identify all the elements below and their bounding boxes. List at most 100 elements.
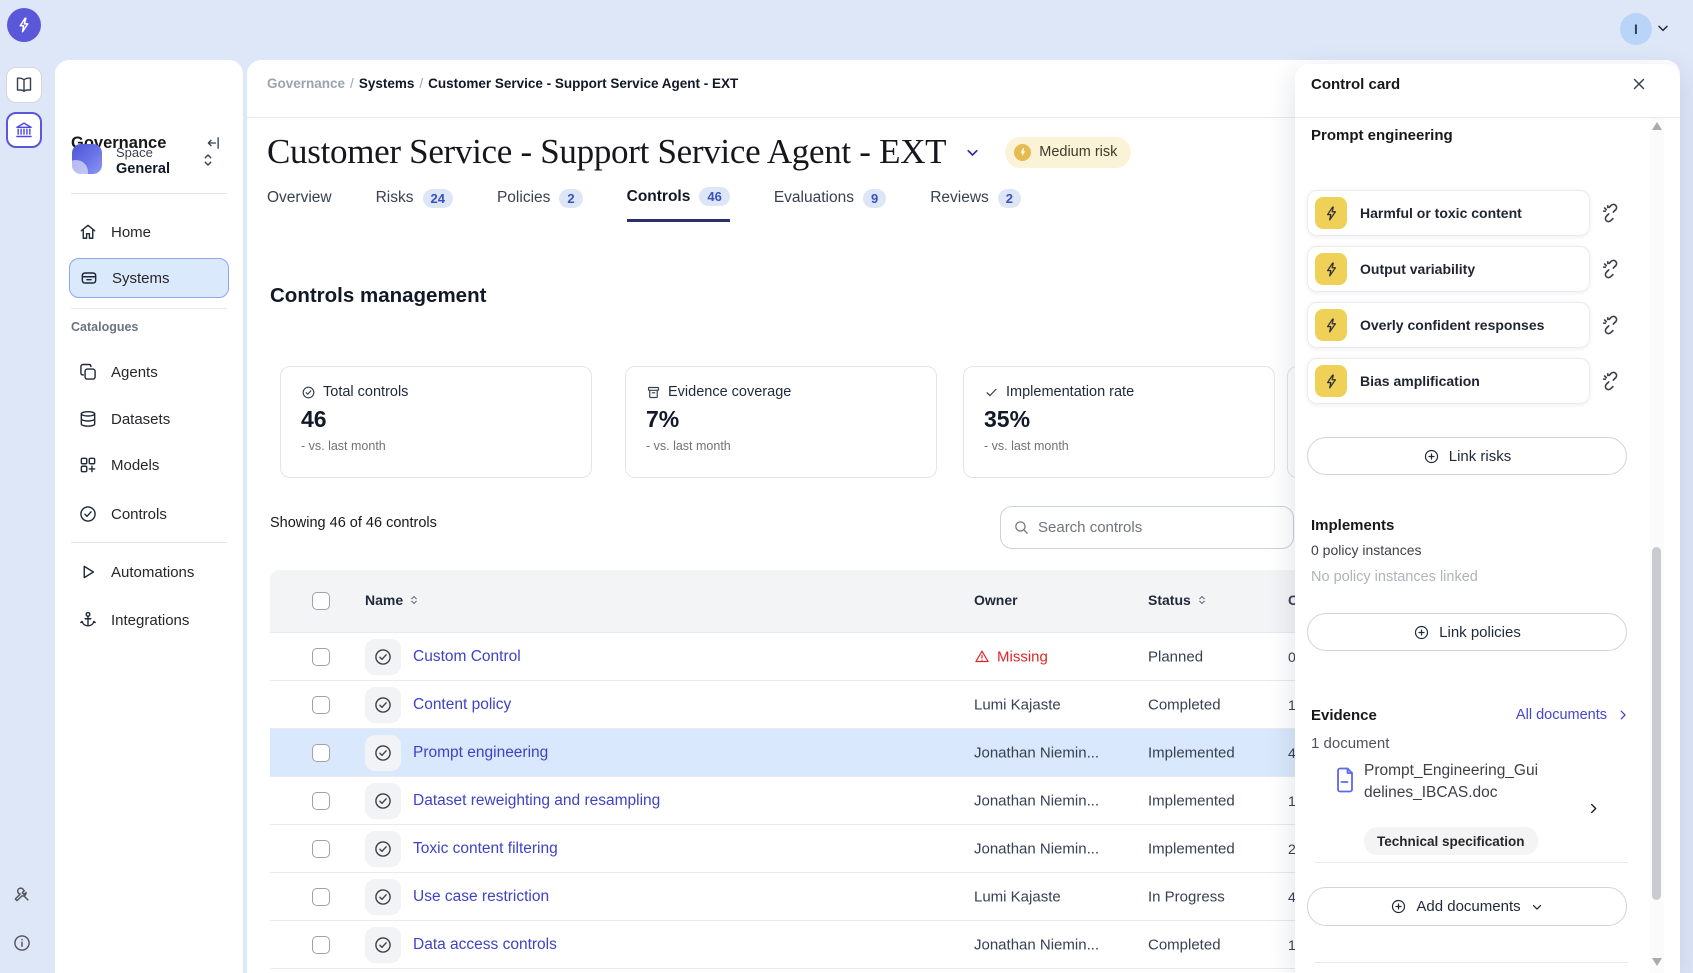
row-checkbox[interactable]: [312, 840, 330, 858]
divider: [1295, 117, 1680, 118]
risk-chip[interactable]: Overly confident responses: [1307, 302, 1590, 348]
datasets-icon: [78, 409, 98, 429]
tab-evaluations[interactable]: Evaluations9: [774, 187, 886, 222]
stat-label: Implementation rate: [1006, 384, 1134, 400]
status-cell: Implemented: [1148, 840, 1235, 857]
tab-policies[interactable]: Policies2: [497, 187, 583, 222]
account-menu-chevron-icon[interactable]: [1655, 20, 1671, 36]
control-name-link[interactable]: Prompt engineering: [413, 744, 548, 762]
control-name-link[interactable]: Data access controls: [413, 936, 557, 954]
control-card-panel: Control card Prompt engineering Harmful …: [1295, 64, 1680, 973]
column-header-status[interactable]: Status: [1148, 592, 1208, 608]
scroll-down-icon[interactable]: [1652, 958, 1662, 966]
row-checkbox[interactable]: [312, 744, 330, 762]
document-chevron-right-icon[interactable]: [1586, 801, 1601, 816]
stat-card-total-controls: Total controls 46 - vs. last month: [280, 366, 592, 478]
stat-label: Total controls: [323, 384, 408, 400]
sidebar-item-integrations[interactable]: Integrations: [69, 600, 229, 640]
link-risks-button[interactable]: Link risks: [1307, 437, 1627, 475]
stat-sub: - vs. last month: [984, 439, 1254, 453]
risk-bolt-icon: [1315, 253, 1347, 285]
sidebar-item-automations[interactable]: Automations: [69, 552, 229, 592]
stat-value: 7%: [646, 406, 916, 433]
control-type-icon: [365, 639, 401, 675]
divider: [71, 193, 227, 194]
owner-cell: Jonathan Niemin...: [974, 744, 1099, 761]
row-checkbox[interactable]: [312, 648, 330, 666]
avatar[interactable]: I: [1620, 13, 1652, 45]
breadcrumb-section[interactable]: Systems: [359, 76, 415, 91]
unlink-icon[interactable]: [1600, 258, 1622, 280]
control-name-link[interactable]: Custom Control: [413, 648, 521, 666]
control-name-link[interactable]: Use case restriction: [413, 888, 549, 906]
risk-chip[interactable]: Bias amplification: [1307, 358, 1590, 404]
panel-scrollbar-thumb[interactable]: [1652, 547, 1661, 900]
tab-count-badge: 2: [559, 189, 582, 208]
column-header-name[interactable]: Name: [365, 592, 420, 608]
tab-bar: Overview Risks24 Policies2 Controls46 Ev…: [267, 187, 1021, 222]
row-checkbox[interactable]: [312, 936, 330, 954]
risk-chip-label: Harmful or toxic content: [1360, 205, 1522, 221]
control-name-link[interactable]: Toxic content filtering: [413, 840, 558, 858]
tab-overview[interactable]: Overview: [267, 187, 332, 222]
sidebar-item-models[interactable]: Models: [69, 445, 229, 485]
stat-value: 46: [301, 406, 571, 433]
models-icon: [78, 455, 98, 475]
space-name: General: [116, 161, 170, 177]
sidebar-item-agents[interactable]: Agents: [69, 352, 229, 392]
check-seal-icon: [301, 385, 316, 400]
search-input[interactable]: [1038, 519, 1281, 536]
select-all-checkbox[interactable]: [312, 592, 330, 610]
unlink-icon[interactable]: [1600, 202, 1622, 224]
search-controls-box[interactable]: [1000, 506, 1294, 549]
close-icon[interactable]: [1630, 75, 1648, 93]
risk-chip[interactable]: Output variability: [1307, 246, 1590, 292]
row-checkbox[interactable]: [312, 888, 330, 906]
stat-sub: - vs. last month: [301, 439, 571, 453]
sidebar: Governance Space General Home Systems Ca…: [55, 60, 243, 973]
info-icon[interactable]: [12, 933, 32, 953]
stat-value: 35%: [984, 406, 1254, 433]
space-switcher-icon[interactable]: [200, 151, 216, 169]
policy-instance-count: 0 policy instances: [1311, 542, 1422, 558]
title-chevron-down-icon[interactable]: [964, 144, 981, 161]
bank-icon: [14, 120, 34, 140]
tab-risks[interactable]: Risks24: [376, 187, 453, 222]
unlink-icon[interactable]: [1600, 370, 1622, 392]
docs-rail-button[interactable]: [6, 67, 42, 103]
all-documents-link[interactable]: All documents: [1516, 707, 1630, 723]
add-documents-button[interactable]: Add documents: [1307, 887, 1627, 926]
control-name-link[interactable]: Dataset reweighting and resampling: [413, 792, 660, 810]
risk-badge[interactable]: Medium risk: [1005, 137, 1131, 168]
tab-reviews[interactable]: Reviews2: [930, 187, 1021, 222]
scroll-up-icon[interactable]: [1652, 122, 1662, 130]
divider: [1315, 862, 1628, 863]
sidebar-item-label: Systems: [112, 270, 170, 287]
sidebar-item-home[interactable]: Home: [69, 212, 229, 252]
row-checkbox[interactable]: [312, 696, 330, 714]
link-policies-button[interactable]: Link policies: [1307, 613, 1627, 651]
column-header-owner[interactable]: Owner: [974, 592, 1018, 608]
unlink-icon[interactable]: [1600, 314, 1622, 336]
status-cell: Completed: [1148, 936, 1221, 953]
breadcrumb-root[interactable]: Governance: [267, 76, 345, 91]
row-checkbox[interactable]: [312, 792, 330, 810]
breadcrumb: Governance/Systems/Customer Service - Su…: [267, 76, 738, 91]
control-name-link[interactable]: Content policy: [413, 696, 511, 714]
governance-rail-button[interactable]: [6, 112, 42, 148]
check-icon: [984, 385, 999, 400]
sidebar-item-label: Agents: [111, 364, 158, 381]
risk-chip[interactable]: Harmful or toxic content: [1307, 190, 1590, 236]
sidebar-item-systems[interactable]: Systems: [69, 258, 229, 298]
implements-heading: Implements: [1311, 517, 1394, 534]
divider: [71, 542, 227, 543]
plus-circle-icon: [1413, 624, 1430, 641]
app-logo[interactable]: [7, 8, 41, 42]
collapse-sidebar-icon[interactable]: [205, 134, 223, 152]
tools-icon[interactable]: [12, 884, 32, 904]
sidebar-item-controls[interactable]: Controls: [69, 494, 229, 534]
tab-controls[interactable]: Controls46: [627, 187, 730, 222]
sidebar-item-datasets[interactable]: Datasets: [69, 399, 229, 439]
control-type-icon: [365, 831, 401, 867]
document-name[interactable]: Prompt_Engineering_Guidelines_IBCAS.doc: [1364, 760, 1579, 804]
